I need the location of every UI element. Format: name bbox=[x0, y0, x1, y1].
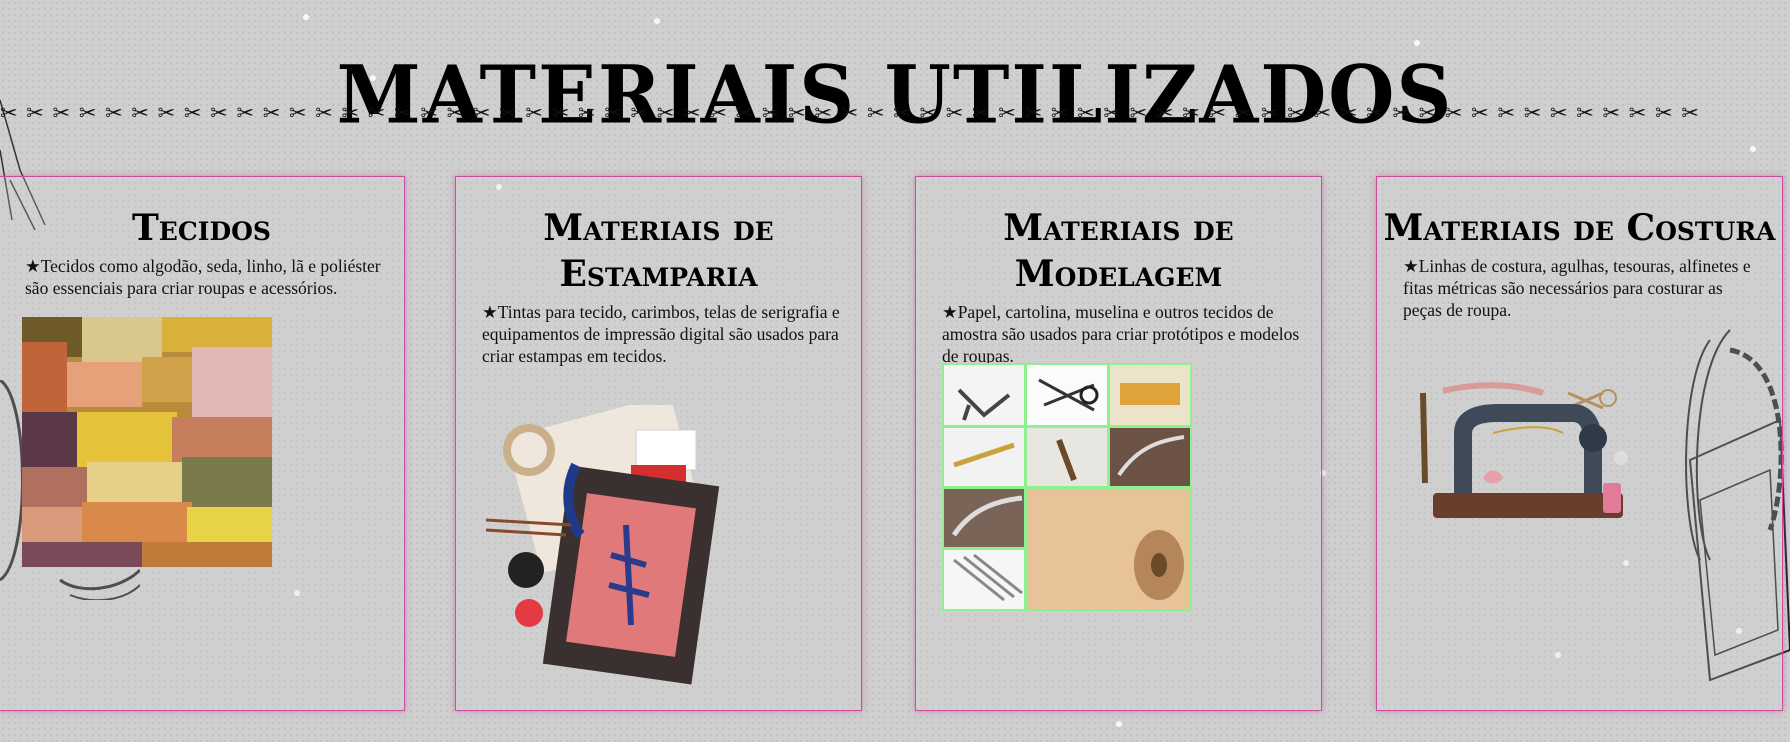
card-title: Tecidos bbox=[132, 207, 271, 249]
scissors-divider: ✂ ✂ ✂ ✂ ✂ ✂ ✂ ✂ ✂ ✂ ✂ ✂ ✂ ✂ ✂ ✂ ✂ ✂ ✂ ✂ … bbox=[0, 101, 1700, 125]
sewing-machine-image bbox=[1420, 382, 1628, 518]
sparkle bbox=[1750, 146, 1756, 152]
card-costura: Materiais de Costura ★Linhas de costura,… bbox=[1376, 176, 1783, 711]
page-title: MATERIAIS UTILIZADOS bbox=[336, 47, 1454, 142]
card-estamparia: Materiais de Estamparia ★Tintas para tec… bbox=[455, 176, 862, 711]
modeling-tools-grid bbox=[942, 363, 1192, 611]
fabric-swatches-image bbox=[22, 317, 272, 567]
card-text: ★Tecidos como algodão, seda, linho, lã e… bbox=[25, 256, 381, 298]
card-text: ★Tintas para tecido, carimbos, telas de … bbox=[482, 302, 840, 366]
card-tecidos: Tecidos ★Tecidos como algodão, seda, lin… bbox=[0, 176, 405, 711]
sparkle bbox=[1116, 721, 1122, 727]
card-title: Materiais de Costura bbox=[1383, 207, 1776, 249]
sparkle bbox=[1414, 40, 1420, 46]
screen-printing-kit-image bbox=[485, 405, 720, 685]
card-text: ★Papel, cartolina, muselina e outros tec… bbox=[942, 302, 1300, 366]
sparkle bbox=[303, 14, 309, 20]
card-title: Materiais de Modelagem bbox=[1003, 207, 1234, 295]
card-text: ★Linhas de costura, agulhas, tesouras, a… bbox=[1403, 256, 1751, 320]
card-modelagem: Materiais de Modelagem ★Papel, cartolina… bbox=[915, 176, 1322, 711]
card-title: Materiais de Estamparia bbox=[543, 207, 774, 295]
sparkle bbox=[654, 18, 660, 24]
